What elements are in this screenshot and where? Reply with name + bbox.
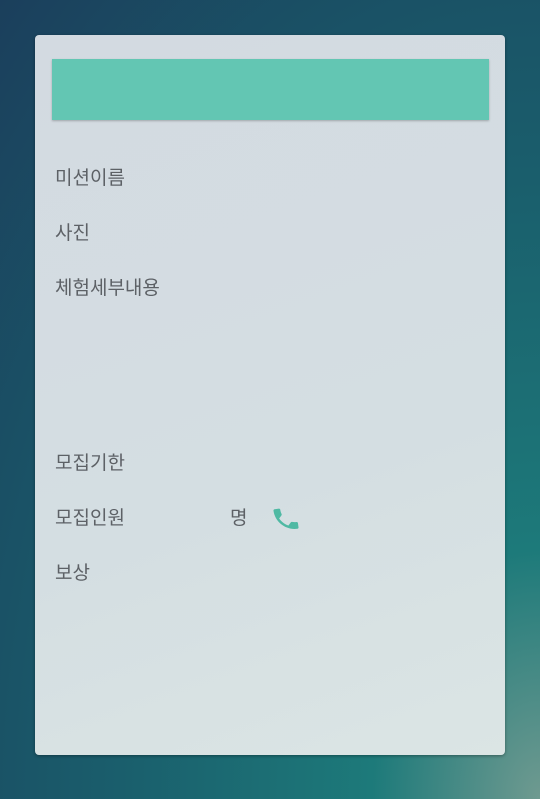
phone-icon[interactable] xyxy=(271,504,301,534)
details-label: 체험세부내용 xyxy=(55,277,160,299)
header-bar xyxy=(52,59,489,120)
headcount-unit: 명 xyxy=(230,507,248,529)
deadline-label: 모집기한 xyxy=(55,452,125,474)
headcount-label: 모집인원 xyxy=(55,507,125,529)
reward-label: 보상 xyxy=(55,562,90,584)
mission-name-label: 미션이름 xyxy=(55,167,125,189)
photo-label: 사진 xyxy=(55,222,90,244)
mission-form-card: 미션이름 사진 체험세부내용 모집기한 모집인원 명 보상 xyxy=(35,35,505,755)
